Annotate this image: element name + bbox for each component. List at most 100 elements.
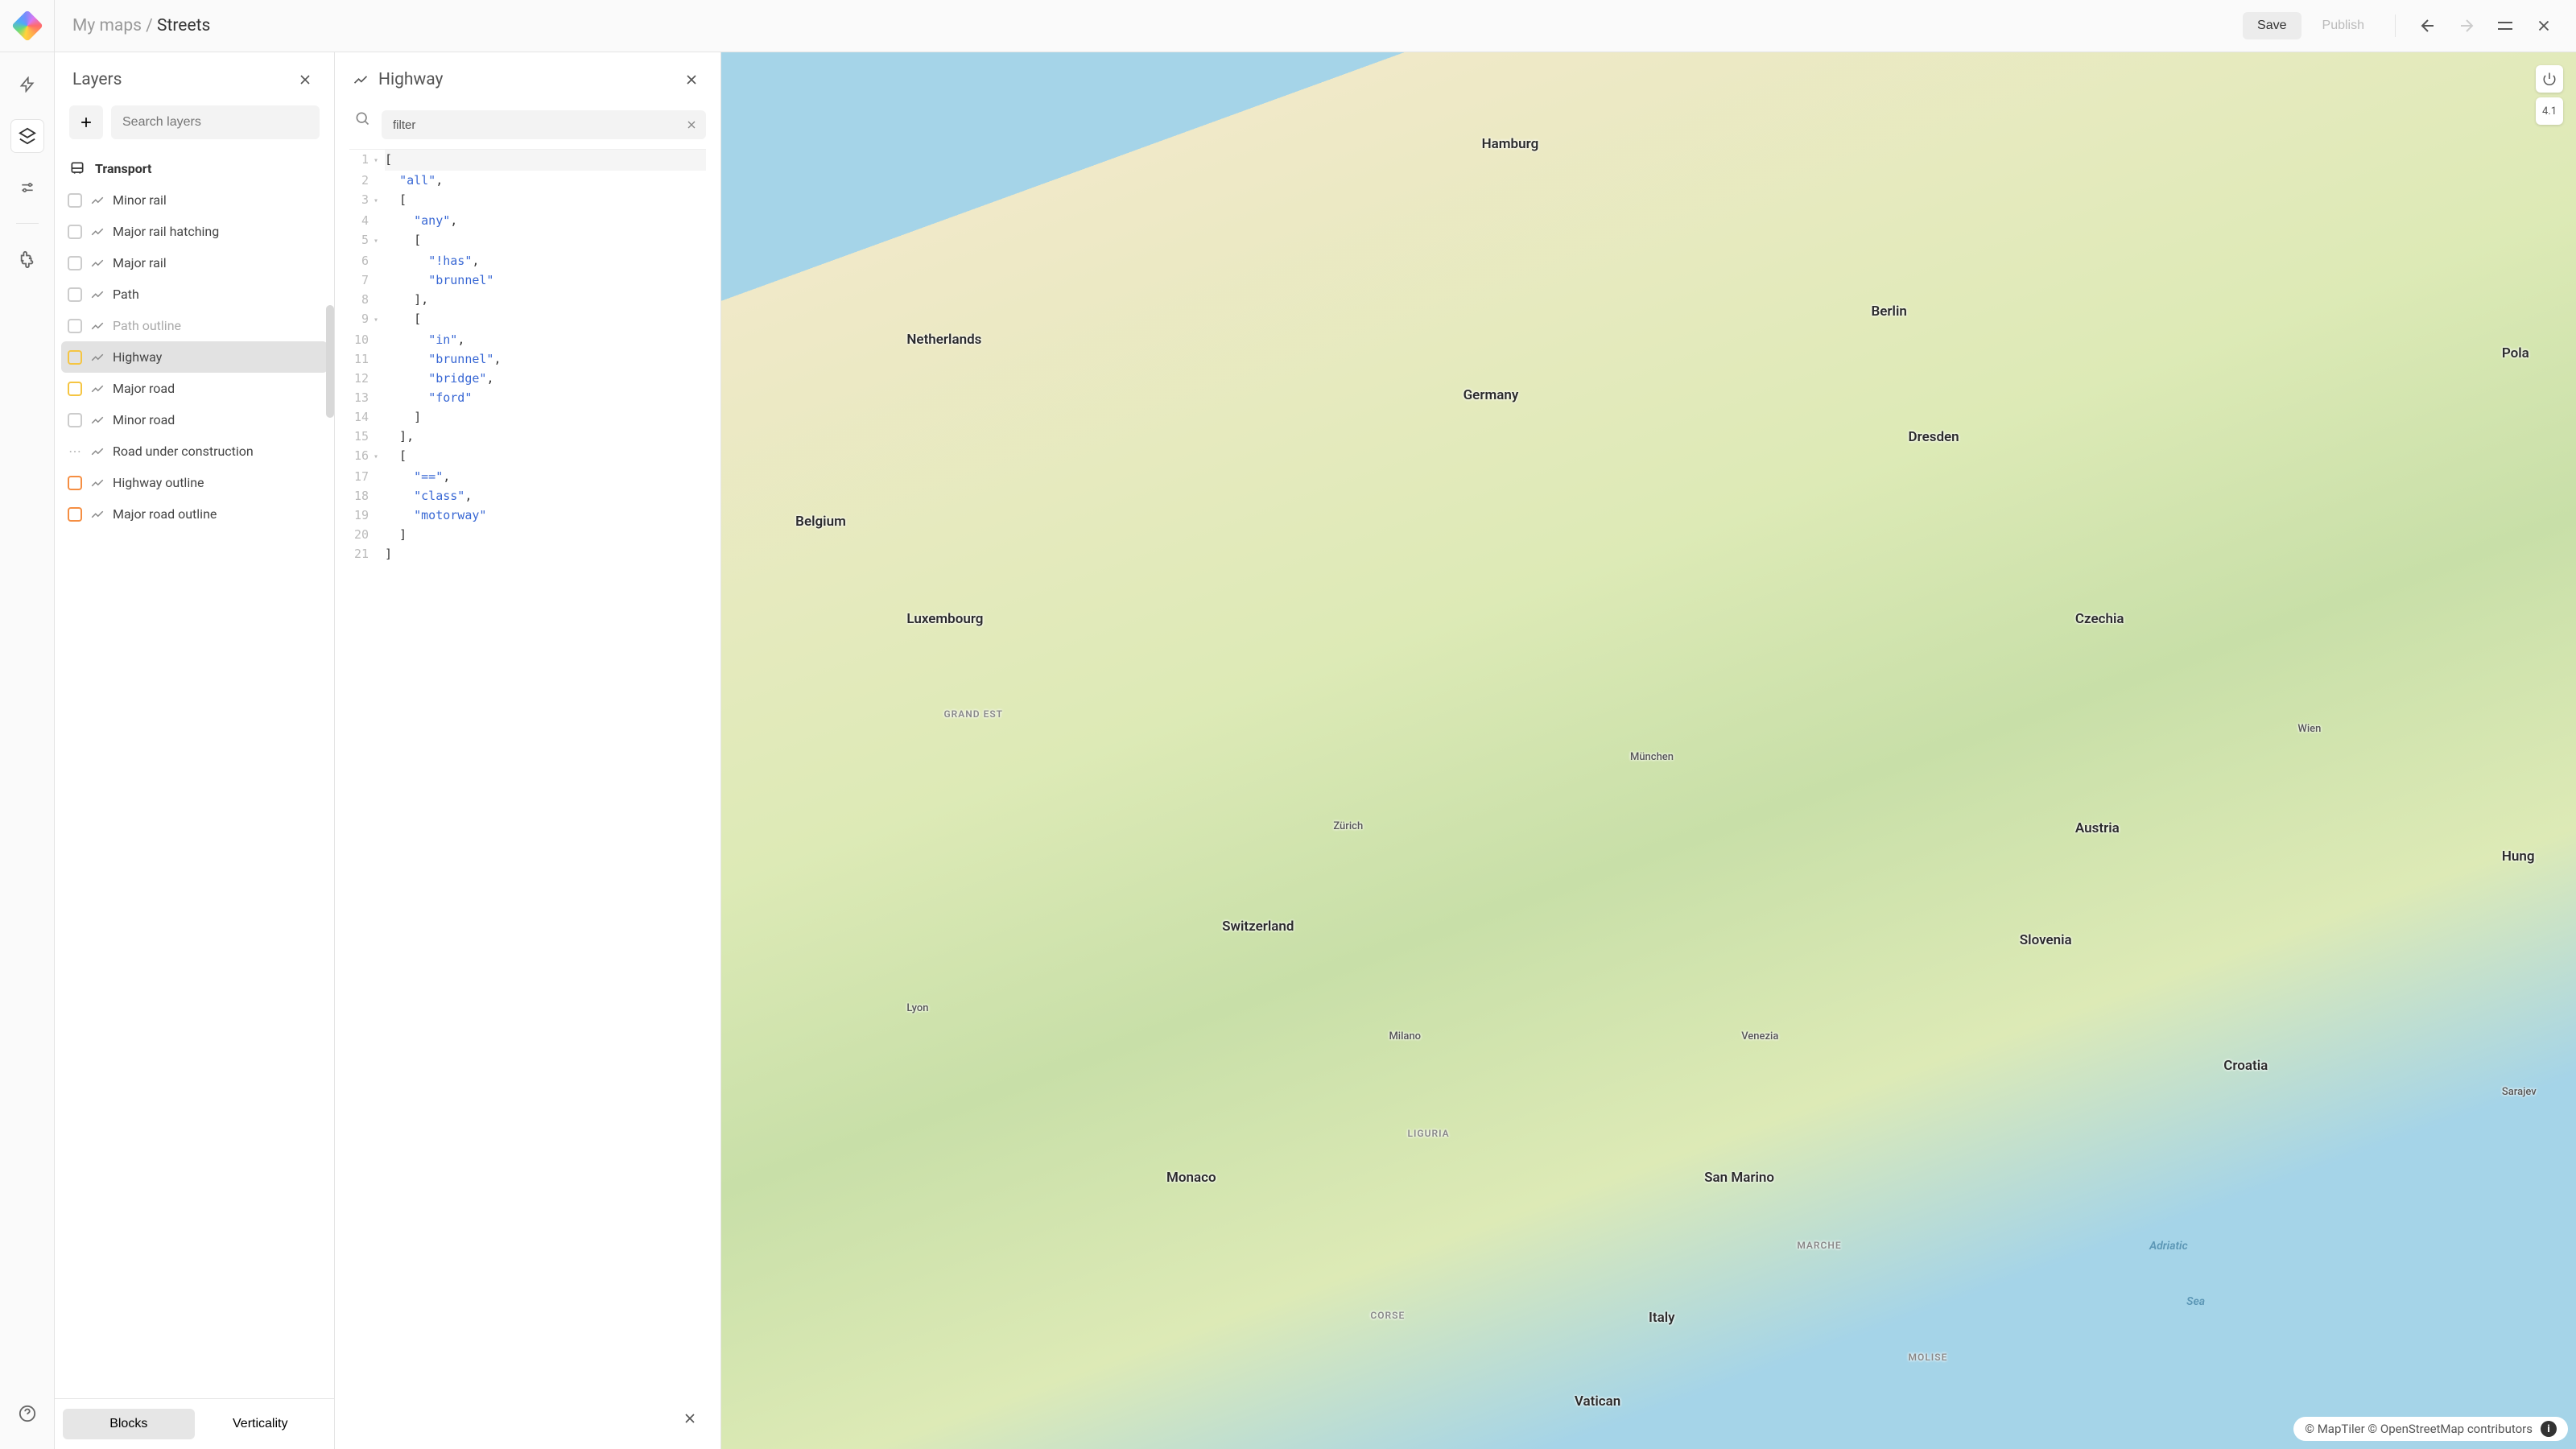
code-line[interactable]: 6 "!has", [349, 251, 706, 270]
visibility-checkbox[interactable] [68, 476, 82, 490]
visibility-checkbox[interactable] [68, 287, 82, 302]
code-line[interactable]: 2 "all", [349, 171, 706, 190]
map-attribution[interactable]: © MapTiler © OpenStreetMap contributors … [2293, 1417, 2568, 1441]
save-button[interactable]: Save [2243, 12, 2301, 39]
map-label: Sarajev [2502, 1086, 2537, 1098]
layer-row[interactable]: ⋯Road under construction [61, 436, 328, 467]
layer-label: Minor road [113, 412, 175, 427]
clear-search-icon[interactable] [685, 118, 698, 131]
search-layers-input[interactable] [111, 105, 320, 139]
rail-help[interactable] [11, 1397, 43, 1430]
rail-settings[interactable] [11, 171, 43, 204]
code-content: "brunnel" [385, 270, 493, 290]
layer-row[interactable]: Minor rail [61, 184, 328, 216]
close-button[interactable] [2528, 10, 2560, 42]
tab-verticality[interactable]: Verticality [195, 1409, 327, 1439]
visibility-checkbox[interactable] [68, 350, 82, 365]
visibility-checkbox[interactable] [68, 225, 82, 239]
line-icon [353, 72, 369, 88]
header-actions: Save Publish [2243, 10, 2560, 42]
menu-button[interactable] [2489, 10, 2521, 42]
code-line[interactable]: 3▾ [ [349, 190, 706, 211]
layer-row[interactable]: Major road [61, 373, 328, 404]
code-line[interactable]: 4 "any", [349, 211, 706, 230]
code-line[interactable]: 20 ] [349, 525, 706, 544]
line-icon [90, 319, 105, 333]
rail-plugins[interactable] [11, 243, 43, 275]
code-content: [ [385, 230, 421, 251]
rail-bolt[interactable] [11, 68, 43, 101]
logo-icon[interactable] [11, 10, 43, 42]
fold-icon [374, 506, 385, 525]
code-line[interactable]: 7 "brunnel" [349, 270, 706, 290]
code-line[interactable]: 14 ] [349, 407, 706, 427]
map-label: Zürich [1333, 820, 1363, 832]
layer-row[interactable]: Major road outline [61, 498, 328, 530]
fold-icon[interactable]: ▾ [374, 230, 385, 251]
code-line[interactable]: 5▾ [ [349, 230, 706, 251]
visibility-checkbox[interactable] [68, 193, 82, 208]
code-line[interactable]: 21] [349, 544, 706, 564]
fold-icon [374, 388, 385, 407]
editor-search-row [335, 105, 720, 149]
code-line[interactable]: 19 "motorway" [349, 506, 706, 525]
code-line[interactable]: 16▾ [ [349, 446, 706, 467]
code-line[interactable]: 12 "bridge", [349, 369, 706, 388]
layer-group-header[interactable]: Transport [61, 152, 328, 184]
layer-row[interactable]: Minor road [61, 404, 328, 436]
code-content: "bridge", [385, 369, 493, 388]
code-line[interactable]: 13 "ford" [349, 388, 706, 407]
breadcrumb-root[interactable]: My maps [72, 16, 142, 35]
code-line[interactable]: 8 ], [349, 290, 706, 309]
layer-row[interactable]: Major rail [61, 247, 328, 279]
visibility-checkbox[interactable] [68, 382, 82, 396]
code-line[interactable]: 11 "brunnel", [349, 349, 706, 369]
close-editor-button[interactable] [680, 68, 703, 91]
layer-row[interactable]: Highway [61, 341, 328, 373]
fold-icon [374, 270, 385, 290]
power-icon [2542, 72, 2557, 86]
rail-layers[interactable] [11, 120, 43, 152]
visibility-checkbox[interactable] [68, 413, 82, 427]
line-number: 21 [349, 544, 374, 564]
fold-icon[interactable]: ▾ [374, 446, 385, 467]
layer-label: Minor rail [113, 192, 167, 208]
code-line[interactable]: 17 "==", [349, 467, 706, 486]
forward-button[interactable] [2450, 10, 2483, 42]
fold-icon[interactable]: ▾ [374, 309, 385, 330]
fold-icon[interactable]: ▾ [374, 190, 385, 211]
visibility-checkbox[interactable] [68, 507, 82, 522]
layer-row[interactable]: Major rail hatching [61, 216, 328, 247]
layer-row[interactable]: Path [61, 279, 328, 310]
add-layer-button[interactable] [69, 105, 103, 139]
tab-blocks[interactable]: Blocks [63, 1409, 195, 1439]
close-layers-button[interactable] [294, 68, 316, 91]
map-viewport[interactable]: 4.1 © MapTiler © OpenStreetMap contribut… [721, 52, 2576, 1449]
layer-row[interactable]: Path outline [61, 310, 328, 341]
code-content: "motorway" [385, 506, 486, 525]
line-icon [90, 382, 105, 396]
code-line[interactable]: 15 ], [349, 427, 706, 446]
power-button[interactable] [2536, 65, 2563, 93]
publish-button[interactable]: Publish [2308, 12, 2379, 39]
layer-row[interactable]: Highway outline [61, 467, 328, 498]
visibility-checkbox[interactable] [68, 319, 82, 333]
close-code-button[interactable] [674, 1402, 706, 1435]
editor-title: Highway [353, 70, 443, 89]
visibility-checkbox[interactable] [68, 256, 82, 270]
code-line[interactable]: 9▾ [ [349, 309, 706, 330]
code-line[interactable]: 1▾[ [349, 150, 706, 171]
code-line[interactable]: 10 "in", [349, 330, 706, 349]
code-line[interactable]: 18 "class", [349, 486, 706, 506]
back-button[interactable] [2412, 10, 2444, 42]
layers-list[interactable]: Transport Minor railMajor rail hatchingM… [55, 152, 334, 1398]
scrollbar-thumb[interactable] [326, 305, 334, 418]
editor-search-input[interactable] [393, 118, 685, 132]
sliders-icon [19, 180, 35, 196]
fold-icon[interactable]: ▾ [374, 150, 385, 171]
line-icon [90, 225, 105, 239]
code-editor[interactable]: 1▾[2 "all",3▾ [4 "any",5▾ [6 "!has",7 "b… [349, 149, 706, 1449]
line-icon [90, 287, 105, 302]
breadcrumb-current[interactable]: Streets [157, 16, 210, 35]
info-icon[interactable]: i [2541, 1421, 2557, 1437]
